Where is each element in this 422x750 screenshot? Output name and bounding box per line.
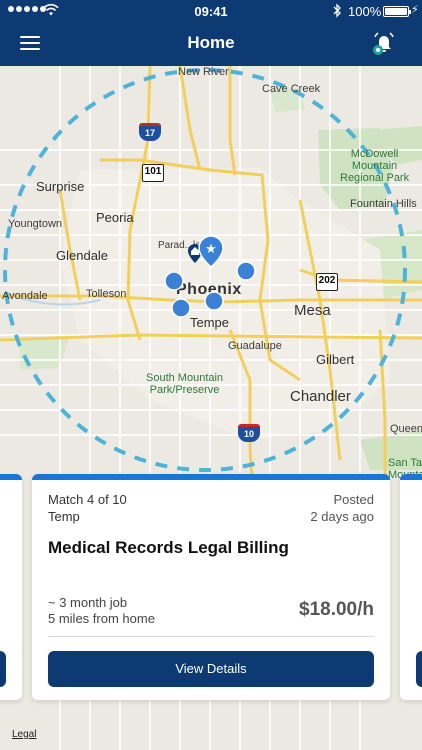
- bluetooth-icon: [333, 3, 341, 18]
- job-duration: ~ 3 month job: [48, 595, 128, 610]
- legal-link[interactable]: Legal: [12, 729, 36, 740]
- svg-text:★: ★: [205, 242, 217, 257]
- battery-icon: [383, 6, 411, 17]
- charging-icon: ⚡: [411, 4, 419, 16]
- posted-label: Posted: [333, 492, 374, 507]
- posted-ago: 2 days ago: [310, 509, 374, 524]
- status-bar: 09:41 100% ⚡: [0, 0, 422, 22]
- job-card-next[interactable]: [400, 474, 422, 700]
- job-pin[interactable]: [204, 291, 224, 311]
- top-bar: 09:41 100% ⚡ Home: [0, 0, 422, 66]
- job-pin[interactable]: [236, 261, 256, 281]
- divider: [48, 636, 374, 637]
- match-count: Match 4 of 10: [48, 492, 127, 507]
- job-distance: 5 miles from home: [48, 611, 155, 626]
- job-title: Medical Records Legal Billing: [48, 538, 289, 557]
- job-type: Temp: [48, 509, 80, 524]
- job-pin[interactable]: [171, 298, 191, 318]
- job-pin[interactable]: [164, 271, 184, 291]
- view-details-button[interactable]: View Details: [48, 651, 374, 687]
- job-card-previous[interactable]: [0, 474, 22, 700]
- job-card-accent: [32, 474, 390, 480]
- job-pay-rate: $18.00/h: [299, 599, 374, 620]
- job-card[interactable]: Match 4 of 10 Temp Posted 2 days ago Med…: [32, 474, 390, 700]
- page-title: Home: [187, 33, 235, 52]
- selected-job-pin-icon[interactable]: ★: [198, 235, 224, 268]
- nav-bar: Home: [0, 22, 422, 66]
- battery-percent: 100%: [348, 4, 382, 19]
- notification-bell-icon[interactable]: [369, 28, 399, 58]
